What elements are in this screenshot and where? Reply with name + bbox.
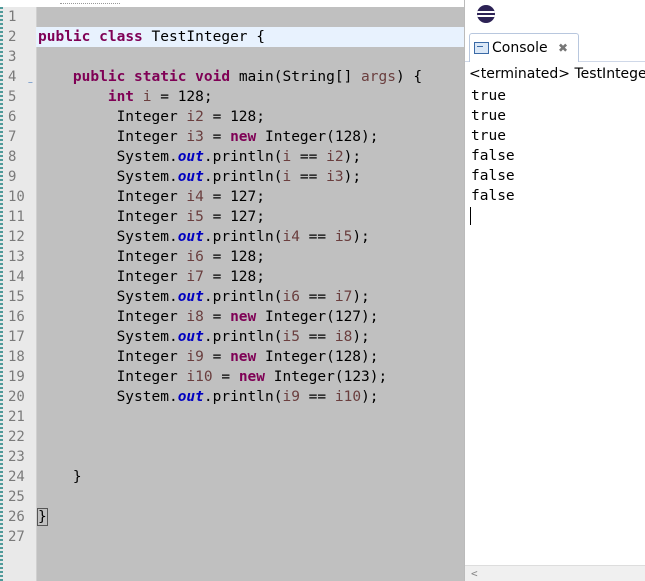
line-number: 5 — [8, 89, 17, 105]
line-number: 22 — [8, 429, 25, 445]
code-text: Integer i8 = new Integer(127); — [38, 309, 379, 325]
code-line[interactable]: 13 Integer i6 = 128; — [8, 247, 464, 267]
code-text: Integer i6 = 128; — [38, 249, 265, 265]
line-number: 13 — [8, 249, 25, 265]
tab-console[interactable]: Console ✖ — [469, 33, 579, 62]
line-number: 23 — [8, 449, 25, 465]
console-toolbar — [465, 0, 645, 32]
code-line[interactable]: 20 System.out.println(i9 == i10); — [8, 387, 464, 407]
code-text: System.out.println(i5 == i8); — [38, 329, 370, 345]
code-line[interactable]: 4− public static void main(String[] args… — [8, 67, 464, 87]
code-text: Integer i10 = new Integer(123); — [38, 369, 388, 385]
editor-top-strip — [0, 0, 464, 7]
code-text: Integer i7 = 128; — [38, 269, 265, 285]
line-number: 27 — [8, 529, 25, 545]
line-number: 6 — [8, 109, 17, 125]
line-number: 18 — [8, 349, 25, 365]
line-number: 19 — [8, 369, 25, 385]
code-line[interactable]: 14 Integer i7 = 128; — [8, 267, 464, 287]
code-line[interactable]: 3 — [8, 47, 464, 67]
line-number: 1 — [8, 9, 17, 25]
code-line[interactable]: 10 Integer i4 = 127; — [8, 187, 464, 207]
line-number: 16 — [8, 309, 25, 325]
code-text: System.out.println(i9 == i10); — [38, 389, 379, 405]
line-number: 21 — [8, 409, 25, 425]
code-text: int i = 128; — [107, 89, 213, 105]
line-number: 12 — [8, 229, 25, 245]
horizontal-scrollbar[interactable]: < — [465, 565, 645, 581]
code-line[interactable]: 21 — [8, 407, 464, 427]
code-line[interactable]: 8 System.out.println(i == i2); — [8, 147, 464, 167]
code-text: System.out.println(i4 == i5); — [38, 229, 370, 245]
code-line[interactable]: 17 System.out.println(i5 == i8); — [8, 327, 464, 347]
code-text: System.out.println(i == i2); — [38, 149, 362, 165]
console-output-line: true — [471, 88, 506, 104]
line-number: 15 — [8, 289, 25, 305]
eclipse-icon[interactable] — [477, 5, 495, 23]
console-tabbar: Console ✖ — [465, 33, 645, 62]
line-number: 25 — [8, 489, 25, 505]
line-number: 3 — [8, 49, 17, 65]
scroll-left-icon[interactable]: < — [471, 566, 478, 581]
console-icon — [474, 42, 489, 54]
code-line[interactable]: 26} — [8, 507, 464, 527]
line-number: 2 — [8, 29, 17, 45]
code-line[interactable]: 15 System.out.println(i6 == i7); — [8, 287, 464, 307]
code-text: } — [37, 508, 48, 526]
code-line[interactable]: 22 — [8, 427, 464, 447]
code-area[interactable]: 1 2 public class TestInteger {3 4− public s… — [8, 7, 464, 581]
code-text: Integer i5 = 127; — [38, 209, 265, 225]
code-text: Integer i4 = 127; — [38, 189, 265, 205]
code-line[interactable]: 2 public class TestInteger { — [8, 27, 464, 47]
console-status: <terminated> TestInteger — [469, 66, 645, 82]
code-line[interactable]: 24 } — [8, 467, 464, 487]
code-text: public class TestInteger { — [38, 29, 265, 45]
code-text: Integer i3 = new Integer(128); — [38, 129, 379, 145]
tab-console-label: Console — [492, 40, 548, 56]
code-line[interactable]: 1 — [8, 7, 464, 27]
line-number: 17 — [8, 329, 25, 345]
code-line[interactable]: 27 — [8, 527, 464, 547]
code-line[interactable]: 9 System.out.println(i == i3); — [8, 167, 464, 187]
line-number: 26 — [8, 509, 25, 525]
code-text: } — [38, 469, 82, 485]
code-line[interactable]: 11 Integer i5 = 127; — [8, 207, 464, 227]
line-number: 10 — [8, 189, 25, 205]
code-text: System.out.println(i == i3); — [38, 169, 362, 185]
code-line[interactable]: 5 int i = 128; — [8, 87, 464, 107]
console-output-line: true — [471, 128, 506, 144]
line-number: 20 — [8, 389, 25, 405]
line-number: 9 — [8, 169, 17, 185]
code-line[interactable]: 12 System.out.println(i4 == i5); — [8, 227, 464, 247]
line-number: 24 — [8, 469, 25, 485]
code-line[interactable]: 23 — [8, 447, 464, 467]
code-text: public static void main(String[] args) { — [72, 69, 423, 85]
text-cursor — [470, 207, 471, 225]
console-view[interactable]: Console ✖ <terminated> TestInteger true t… — [464, 0, 645, 581]
code-line[interactable]: 7 Integer i3 = new Integer(128); — [8, 127, 464, 147]
console-output-line: true — [471, 108, 506, 124]
console-output-line: false — [471, 168, 515, 184]
code-editor[interactable]: 1 2 public class TestInteger {3 4− public s… — [0, 0, 464, 581]
line-number: 8 — [8, 149, 17, 165]
code-line[interactable]: 6 Integer i2 = 128; — [8, 107, 464, 127]
line-number: 7 — [8, 129, 17, 145]
line-number: 11 — [8, 209, 25, 225]
code-line[interactable]: 25 — [8, 487, 464, 507]
code-text: Integer i9 = new Integer(128); — [38, 349, 379, 365]
code-text: System.out.println(i6 == i7); — [38, 289, 370, 305]
close-icon[interactable]: ✖ — [558, 34, 568, 62]
console-output-line: false — [471, 148, 515, 164]
code-line[interactable]: 19 Integer i10 = new Integer(123); — [8, 367, 464, 387]
console-output-line: false — [471, 188, 515, 204]
code-line[interactable]: 18 Integer i9 = new Integer(128); — [8, 347, 464, 367]
line-number: 14 — [8, 269, 25, 285]
code-line[interactable]: 16 Integer i8 = new Integer(127); — [8, 307, 464, 327]
code-text: Integer i2 = 128; — [38, 109, 265, 125]
